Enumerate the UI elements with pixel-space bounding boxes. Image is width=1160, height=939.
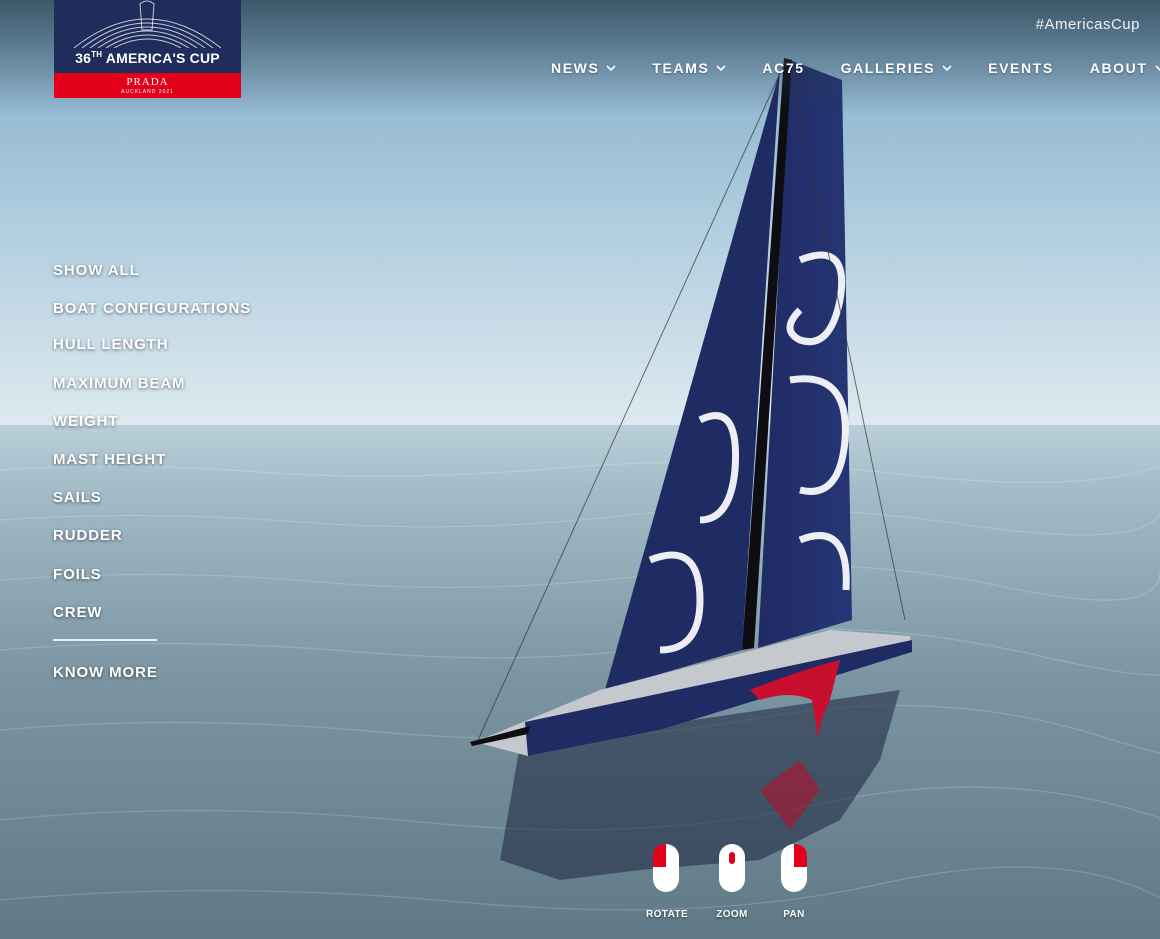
logo-title: 36TH AMERICA'S CUP bbox=[75, 50, 220, 66]
menu-divider bbox=[53, 639, 157, 641]
rotate-control[interactable]: ROTATE bbox=[646, 843, 689, 920]
americas-cup-logo[interactable]: 36TH AMERICA'S CUP PRADA AUCKLAND 2021 bbox=[54, 0, 241, 98]
menu-rudder[interactable]: RUDDER bbox=[53, 527, 123, 544]
nav-ac75[interactable]: AC75 bbox=[762, 60, 804, 76]
pan-label: PAN bbox=[783, 909, 805, 920]
menu-sails[interactable]: SAILS bbox=[53, 489, 102, 506]
ac75-3d-viewer[interactable] bbox=[0, 0, 1160, 939]
menu-hull-length[interactable]: HULL LENGTH bbox=[53, 336, 168, 353]
zoom-control[interactable]: ZOOM bbox=[712, 843, 752, 920]
logo-place: AUCKLAND 2021 bbox=[121, 89, 174, 95]
menu-foils[interactable]: FOILS bbox=[53, 566, 102, 583]
chevron-down-icon bbox=[716, 65, 726, 71]
menu-boat-configurations[interactable]: BOAT CONFIGURATIONS bbox=[53, 300, 251, 317]
nav-news[interactable]: NEWS bbox=[551, 60, 616, 76]
menu-mast-height[interactable]: MAST HEIGHT bbox=[53, 451, 166, 468]
pan-control[interactable]: PAN bbox=[774, 843, 814, 920]
nav-news-label: NEWS bbox=[551, 60, 600, 76]
nav-about[interactable]: ABOUT bbox=[1090, 60, 1160, 76]
chevron-down-icon bbox=[942, 65, 952, 71]
nav-about-label: ABOUT bbox=[1089, 60, 1148, 76]
nav-galleries[interactable]: GALLERIES bbox=[841, 60, 953, 76]
menu-weight[interactable]: WEIGHT bbox=[53, 413, 118, 430]
nav-events[interactable]: EVENTS bbox=[988, 60, 1054, 76]
zoom-label: ZOOM bbox=[716, 909, 748, 920]
know-more-link[interactable]: KNOW MORE bbox=[53, 664, 158, 681]
nav-teams[interactable]: TEAMS bbox=[652, 60, 726, 76]
mouse-scroll-icon bbox=[719, 844, 745, 892]
viewer-controls: ROTATE ZOOM PAN bbox=[640, 843, 820, 923]
trophy-waves-icon bbox=[73, 0, 222, 48]
menu-show-all[interactable]: SHOW ALL bbox=[53, 262, 140, 279]
rotate-label: ROTATE bbox=[646, 909, 689, 920]
mouse-right-click-icon bbox=[781, 844, 807, 892]
nav-events-label: EVENTS bbox=[988, 60, 1054, 76]
nav-galleries-label: GALLERIES bbox=[840, 60, 936, 76]
mouse-left-click-icon bbox=[653, 844, 679, 892]
nav-ac75-label: AC75 bbox=[762, 60, 805, 76]
hashtag-link[interactable]: #AmericasCup bbox=[1036, 16, 1140, 33]
menu-maximum-beam[interactable]: MAXIMUM BEAM bbox=[53, 375, 185, 392]
chevron-down-icon bbox=[1154, 65, 1160, 71]
chevron-down-icon bbox=[606, 65, 616, 71]
nav-teams-label: TEAMS bbox=[652, 60, 710, 76]
logo-sponsor: PRADA bbox=[126, 76, 169, 88]
main-nav: NEWS TEAMS AC75 GALLERIES EVENTS ABOUT bbox=[551, 58, 1160, 78]
menu-crew[interactable]: CREW bbox=[53, 604, 102, 621]
